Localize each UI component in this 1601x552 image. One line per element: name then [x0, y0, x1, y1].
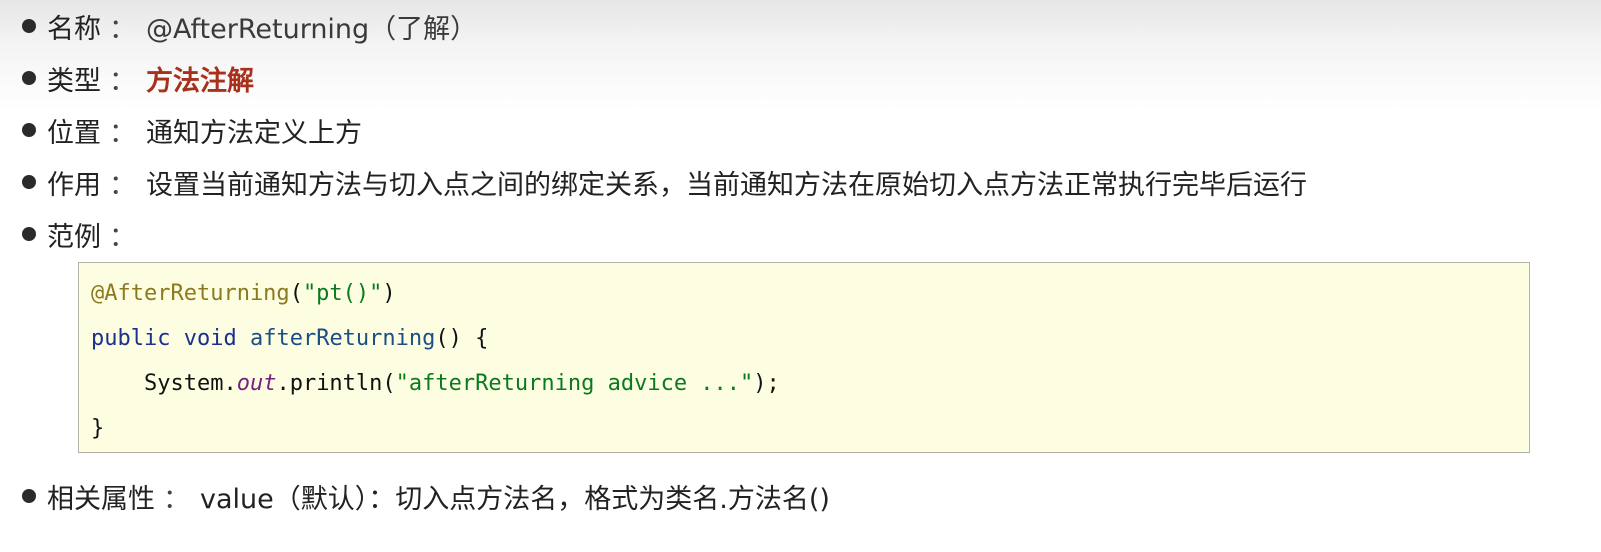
item-label: 名称	[47, 13, 101, 45]
code-end: );	[753, 371, 780, 396]
code-method-rest: () {	[435, 326, 489, 351]
bullet-icon	[22, 489, 36, 503]
item-separator: ：	[109, 65, 136, 97]
code-string: "afterReturning advice ..."	[395, 371, 754, 396]
item-value: @AfterReturning（了解）	[146, 13, 478, 45]
item-purpose: 作用 ： 设置当前通知方法与切入点之间的绑定关系，当前通知方法在原始切入点方法正…	[22, 162, 1307, 202]
code-line-4: }	[91, 414, 104, 444]
code-line-2: public void afterReturning() {	[91, 324, 488, 354]
item-type: 类型 ： 方法注解	[22, 58, 254, 98]
bullet-icon	[22, 227, 36, 241]
item-separator: ：	[109, 169, 136, 201]
bullet-icon	[22, 71, 36, 85]
item-label: 范例	[47, 221, 101, 253]
item-separator: ：	[163, 483, 190, 515]
bullet-icon	[22, 175, 36, 189]
bullet-icon	[22, 19, 36, 33]
item-attributes: 相关属性 ： value（默认）：切入点方法名，格式为类名.方法名()	[22, 476, 830, 516]
item-separator: ：	[109, 221, 136, 253]
item-value: 设置当前通知方法与切入点之间的绑定关系，当前通知方法在原始切入点方法正常执行完毕…	[146, 169, 1307, 201]
item-separator: ：	[109, 13, 136, 45]
code-string: "pt()"	[302, 281, 383, 306]
code-paren-open: (	[289, 281, 303, 306]
item-value-emphasis: 方法注解	[146, 65, 254, 97]
item-name: 名称 ： @AfterReturning（了解）	[22, 6, 477, 46]
bullet-icon	[22, 123, 36, 137]
item-value: value（默认）：切入点方法名，格式为类名.方法名()	[200, 483, 830, 515]
code-line-3: System.out.println("afterReturning advic…	[91, 369, 780, 399]
code-line-1: @AfterReturning("pt()")	[91, 279, 396, 309]
item-label: 类型	[47, 65, 101, 97]
code-method-name: afterReturning	[249, 326, 436, 351]
item-value: 通知方法定义上方	[146, 117, 362, 149]
code-block: @AfterReturning("pt()") public void afte…	[78, 262, 1530, 453]
item-separator: ：	[109, 117, 136, 149]
code-keyword-public: public	[91, 326, 171, 351]
item-label: 位置	[47, 117, 101, 149]
code-paren-close: )	[382, 281, 396, 306]
code-annotation: @AfterReturning	[91, 281, 290, 306]
item-position: 位置 ： 通知方法定义上方	[22, 110, 362, 150]
item-label: 相关属性	[47, 483, 155, 515]
item-example: 范例 ：	[22, 214, 146, 254]
code-call: .println(	[276, 371, 396, 396]
code-keyword-void: void	[183, 326, 237, 351]
item-label: 作用	[47, 169, 101, 201]
code-system: System.	[143, 371, 237, 396]
code-closing-brace: }	[91, 416, 105, 441]
code-field-out: out	[236, 371, 277, 396]
